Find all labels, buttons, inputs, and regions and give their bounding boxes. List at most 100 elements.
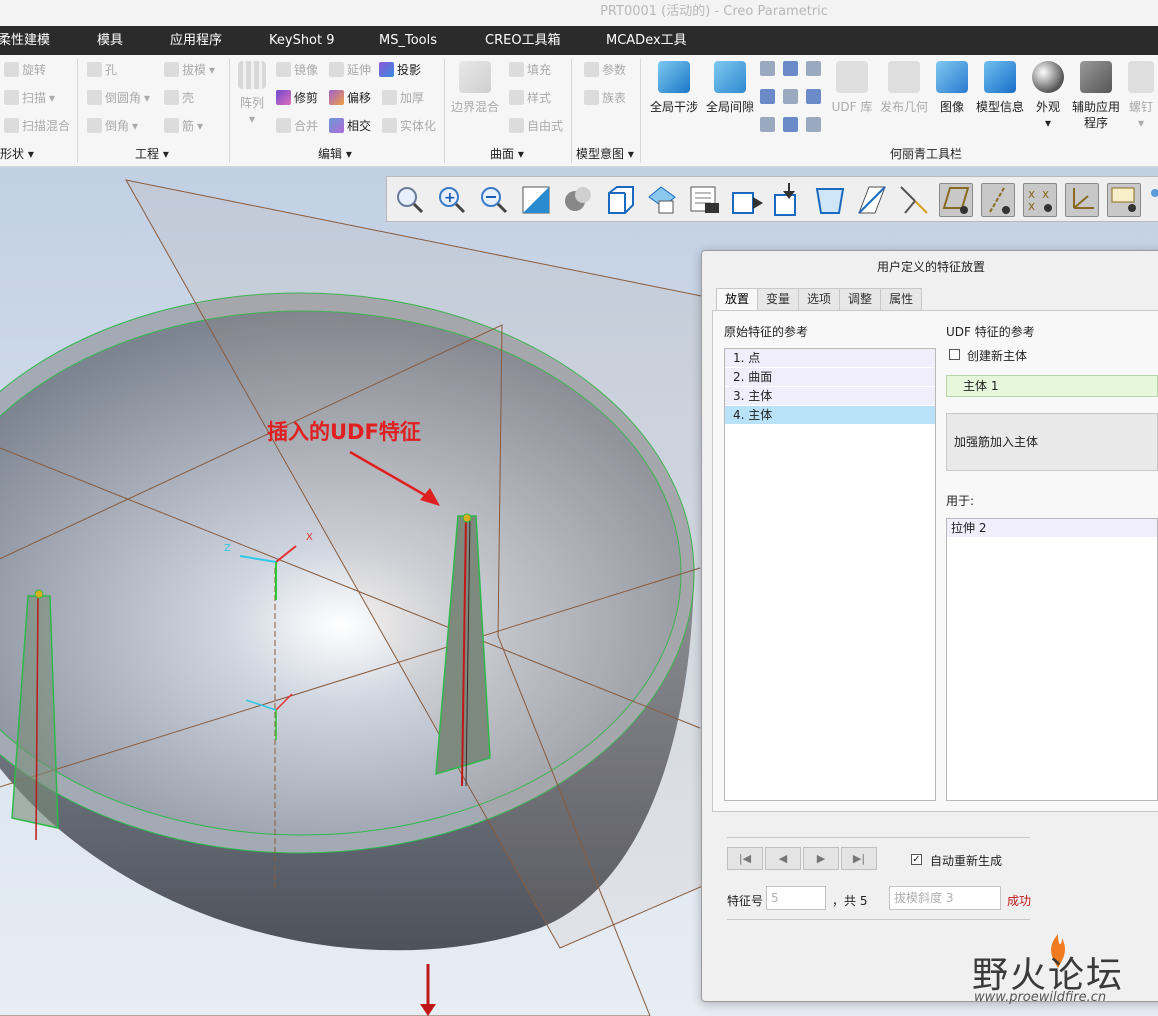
- global-clearance-button[interactable]: 全局间隙: [700, 59, 760, 115]
- model-info-icon: [984, 61, 1016, 93]
- swept-blend-button[interactable]: 扫描混合: [4, 117, 70, 134]
- boundary-blend-button[interactable]: 边界混合: [448, 59, 502, 115]
- last-feature-button[interactable]: ▶|: [841, 847, 877, 870]
- tab-placement[interactable]: 放置: [716, 288, 759, 310]
- forum-watermark: 野火论坛 www.proewildfire.cn: [972, 934, 1158, 1016]
- tab-mcadex[interactable]: MCADex工具: [606, 26, 687, 55]
- point-display-icon[interactable]: xxx: [1023, 183, 1057, 217]
- tab-variables[interactable]: 变量: [757, 288, 800, 310]
- previous-feature-button[interactable]: ◀: [765, 847, 801, 870]
- measure-tool-7[interactable]: [760, 117, 775, 132]
- more-toolbar-icon[interactable]: [1149, 183, 1158, 217]
- refit-icon[interactable]: [393, 183, 427, 217]
- view-direction-icon[interactable]: [771, 183, 805, 217]
- style-button[interactable]: 样式: [509, 89, 551, 106]
- thicken-button[interactable]: 加厚: [382, 89, 424, 106]
- tab-mold[interactable]: 模具: [97, 26, 123, 55]
- add-rib-to-body-button[interactable]: 加强筋加入主体: [946, 413, 1158, 471]
- measure-tool-3[interactable]: [806, 61, 821, 76]
- annotation-display-icon[interactable]: [1107, 183, 1141, 217]
- measure-tool-1[interactable]: [760, 61, 775, 76]
- create-new-body-checkbox[interactable]: [949, 349, 960, 360]
- tab-keyshot[interactable]: KeyShot 9: [269, 26, 335, 55]
- first-feature-button[interactable]: |◀: [727, 847, 763, 870]
- tab-creo-toolbox[interactable]: CREO工具箱: [485, 26, 561, 55]
- body-reference-field[interactable]: 主体 1: [946, 375, 1158, 397]
- model-info-button[interactable]: 模型信息: [972, 59, 1028, 115]
- feature-name-field[interactable]: 拔模斜度 3: [889, 886, 1001, 910]
- trim-button[interactable]: 修剪: [276, 89, 318, 106]
- model-intent-group-label[interactable]: 模型意图 ▾: [576, 145, 634, 162]
- feature-no-field[interactable]: 5: [766, 886, 826, 910]
- draft-button[interactable]: 拔模 ▾: [164, 61, 215, 78]
- auxiliary-apps-button[interactable]: 辅助应用程序: [1068, 59, 1124, 131]
- chamfer-button[interactable]: 倒角 ▾: [87, 117, 138, 134]
- family-table-button[interactable]: 族表: [584, 89, 626, 106]
- named-views-icon[interactable]: [645, 183, 679, 217]
- measure-tool-5[interactable]: [783, 89, 798, 104]
- parameters-button[interactable]: 参数: [584, 61, 626, 78]
- merge-button[interactable]: 合并: [276, 117, 318, 134]
- applied-to-list[interactable]: 拉伸 2: [946, 518, 1158, 801]
- freestyle-button[interactable]: 自由式: [509, 117, 563, 134]
- offset-button[interactable]: 偏移: [329, 89, 371, 106]
- measure-tool-2[interactable]: [783, 61, 798, 76]
- appearance-button[interactable]: 外观 ▾: [1028, 59, 1068, 131]
- edit-group-label[interactable]: 编辑 ▾: [318, 145, 352, 162]
- measure-tool-8[interactable]: [783, 117, 798, 132]
- global-interference-button[interactable]: 全局干涉: [644, 59, 704, 115]
- original-refs-list[interactable]: 1. 点 2. 曲面 3. 主体 4. 主体: [724, 348, 936, 801]
- plane-tag-display-icon[interactable]: [939, 183, 973, 217]
- project-button[interactable]: 投影: [379, 61, 421, 78]
- screw-button[interactable]: 螺钉 ▾: [1124, 59, 1158, 131]
- list-item[interactable]: 1. 点: [725, 349, 935, 368]
- display-style-icon[interactable]: [561, 183, 595, 217]
- repaint-icon[interactable]: [519, 183, 553, 217]
- tab-flexible-modeling[interactable]: 柔性建模: [0, 26, 50, 55]
- pattern-button[interactable]: 阵列 ▾: [233, 59, 271, 127]
- zoom-in-icon[interactable]: +: [435, 183, 469, 217]
- list-item[interactable]: 3. 主体: [725, 387, 935, 406]
- tab-adjustments[interactable]: 调整: [839, 288, 882, 310]
- tab-ms-tools[interactable]: MS_Tools: [379, 26, 437, 55]
- measure-tool-9[interactable]: [806, 117, 821, 132]
- list-item[interactable]: 拉伸 2: [947, 519, 1157, 538]
- sweep-button[interactable]: 扫描 ▾: [4, 89, 55, 106]
- round-button[interactable]: 倒圆角 ▾: [87, 89, 150, 106]
- shell-button[interactable]: 壳: [164, 89, 194, 106]
- saved-orientations-icon[interactable]: [603, 183, 637, 217]
- plane-display-icon[interactable]: [855, 183, 889, 217]
- udf-library-button[interactable]: UDF 库: [828, 59, 876, 115]
- extend-button[interactable]: 延伸: [329, 61, 371, 78]
- hole-button[interactable]: 孔: [87, 61, 117, 78]
- fill-button[interactable]: 填充: [509, 61, 551, 78]
- zoom-out-icon[interactable]: [477, 183, 511, 217]
- solidify-button[interactable]: 实体化: [382, 117, 436, 134]
- image-button[interactable]: 图像: [932, 59, 972, 115]
- view-manager-icon[interactable]: [687, 183, 721, 217]
- next-feature-button[interactable]: ▶: [803, 847, 839, 870]
- auto-regen-checkbox[interactable]: ✓: [911, 854, 922, 865]
- csys-display-icon[interactable]: [1065, 183, 1099, 217]
- tab-applications[interactable]: 应用程序: [170, 26, 222, 55]
- shape-group-label[interactable]: 形状 ▾: [0, 145, 34, 162]
- engineering-group-label[interactable]: 工程 ▾: [135, 145, 169, 162]
- measure-tool-6[interactable]: [806, 89, 821, 104]
- auto-regen-label: 自动重新生成: [930, 854, 1003, 868]
- global-interference-icon: [658, 61, 690, 93]
- perspective-icon[interactable]: [813, 183, 847, 217]
- mirror-button[interactable]: 镜像: [276, 61, 318, 78]
- axis-display-icon[interactable]: [981, 183, 1015, 217]
- revolve-button[interactable]: 旋转: [4, 61, 46, 78]
- measure-tool-4[interactable]: [760, 89, 775, 104]
- rib-button[interactable]: 筋 ▾: [164, 117, 203, 134]
- tab-options[interactable]: 选项: [798, 288, 841, 310]
- list-item[interactable]: 2. 曲面: [725, 368, 935, 387]
- tab-properties[interactable]: 属性: [880, 288, 923, 310]
- datum-display-filter-icon[interactable]: [897, 183, 931, 217]
- list-item-selected[interactable]: 4. 主体: [725, 406, 935, 425]
- surface-group-label[interactable]: 曲面 ▾: [490, 145, 524, 162]
- intersect-button[interactable]: 相交: [329, 117, 371, 134]
- view-normal-icon[interactable]: [729, 183, 763, 217]
- publish-geometry-button[interactable]: 发布几何: [876, 59, 932, 115]
